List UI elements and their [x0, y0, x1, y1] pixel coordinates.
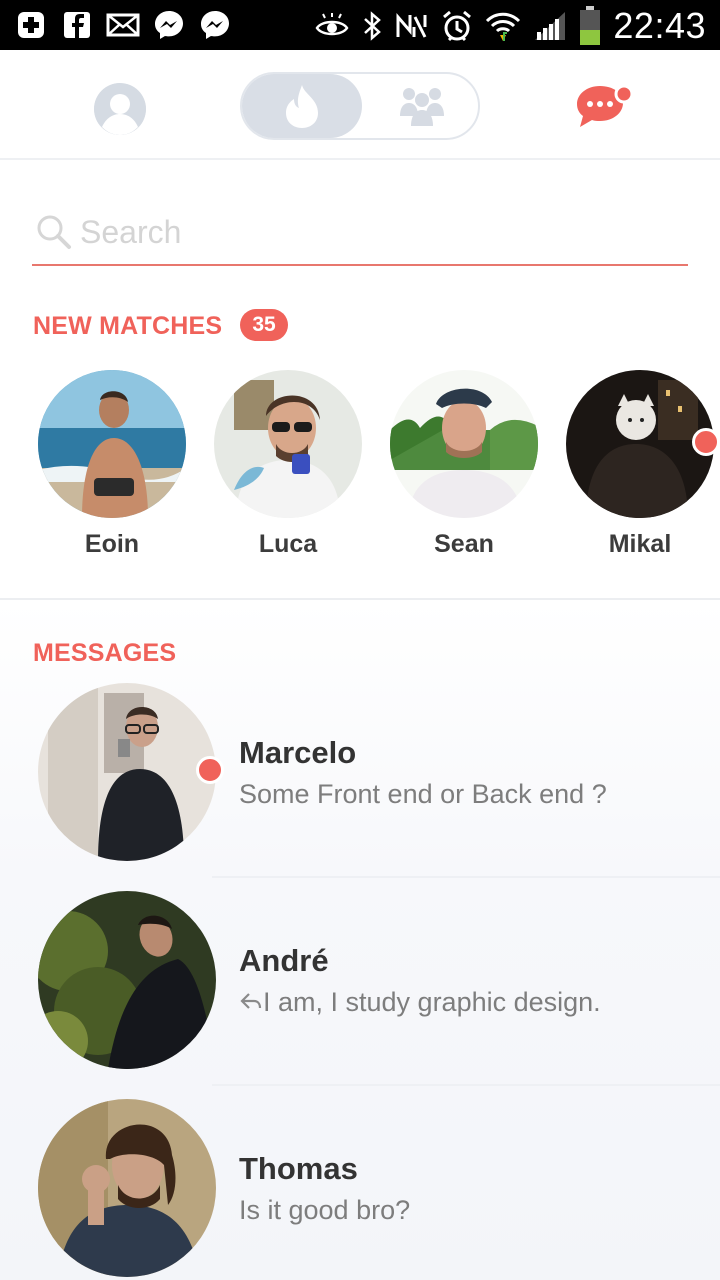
bluetooth-icon — [364, 11, 382, 41]
unread-indicator — [196, 756, 224, 784]
message-sender-name: Thomas — [239, 1151, 358, 1186]
message-row[interactable]: Thomas Is it good bro? — [0, 1099, 720, 1280]
profile-button[interactable] — [94, 83, 146, 135]
toggle-groups[interactable] — [378, 82, 466, 130]
match-item[interactable]: Eoin — [37, 370, 187, 559]
message-preview-text: I am, I study graphic design. — [263, 987, 601, 1017]
match-name: Sean — [434, 530, 494, 558]
eye-icon — [315, 13, 349, 36]
match-avatar[interactable] — [214, 370, 362, 518]
message-row[interactable]: Marcelo Some Front end or Back end ? — [0, 683, 720, 891]
search-input[interactable] — [80, 208, 680, 256]
match-name: Eoin — [84, 530, 140, 558]
signal-icon — [535, 12, 566, 40]
reply-arrow-icon — [240, 993, 262, 1009]
group-icon — [400, 88, 444, 126]
message-row[interactable]: André I am, I study graphic design. — [0, 891, 720, 1099]
message-preview: Some Front end or Back end ? — [239, 779, 607, 809]
flame-icon — [286, 85, 318, 128]
unread-indicator — [692, 428, 720, 456]
chat-bubble-icon — [577, 84, 634, 127]
mode-toggle[interactable] — [240, 72, 480, 140]
match-item[interactable]: Sean — [389, 370, 539, 559]
facebook-icon — [60, 8, 94, 42]
nfc-icon — [396, 12, 427, 38]
plus-box-icon — [14, 8, 48, 42]
system-icons: 22:43 — [315, 4, 706, 48]
message-preview: I am, I study graphic design. — [239, 987, 601, 1018]
notification-icons — [14, 8, 232, 42]
match-avatar[interactable] — [390, 370, 538, 518]
mail-icon — [106, 8, 140, 42]
match-item[interactable]: Mikal — [565, 370, 720, 559]
alarm-icon — [443, 10, 472, 42]
messenger-icon — [198, 8, 232, 42]
match-avatar[interactable] — [38, 370, 186, 518]
new-matches-count-badge: 35 — [240, 309, 288, 341]
new-matches-title: NEW MATCHES — [33, 312, 223, 340]
message-separator — [212, 1084, 720, 1086]
status-time: 22:43 — [613, 5, 706, 46]
messenger-icon — [152, 8, 186, 42]
message-separator — [212, 876, 720, 878]
messages-title: MESSAGES — [33, 639, 177, 667]
toggle-discover[interactable] — [242, 74, 362, 138]
match-item[interactable]: Luca — [213, 370, 363, 559]
message-sender-name: Marcelo — [239, 735, 357, 770]
message-sender-name: André — [239, 943, 329, 978]
message-avatar[interactable] — [38, 1099, 216, 1277]
wifi-icon — [486, 12, 521, 41]
message-avatar[interactable] — [38, 683, 216, 861]
user-icon — [94, 83, 146, 135]
search-bar[interactable] — [32, 200, 688, 266]
search-icon — [37, 215, 71, 249]
app-header — [0, 50, 720, 160]
status-bar: 22:43 — [0, 0, 720, 50]
chat-button[interactable] — [574, 80, 634, 134]
message-preview: Is it good bro? — [239, 1195, 411, 1225]
match-name: Luca — [258, 530, 318, 558]
new-matches-row: Eoin Luca Sean Mikal — [0, 370, 720, 570]
message-avatar[interactable] — [38, 891, 216, 1069]
battery-icon — [580, 6, 601, 45]
match-name: Mikal — [608, 530, 672, 558]
